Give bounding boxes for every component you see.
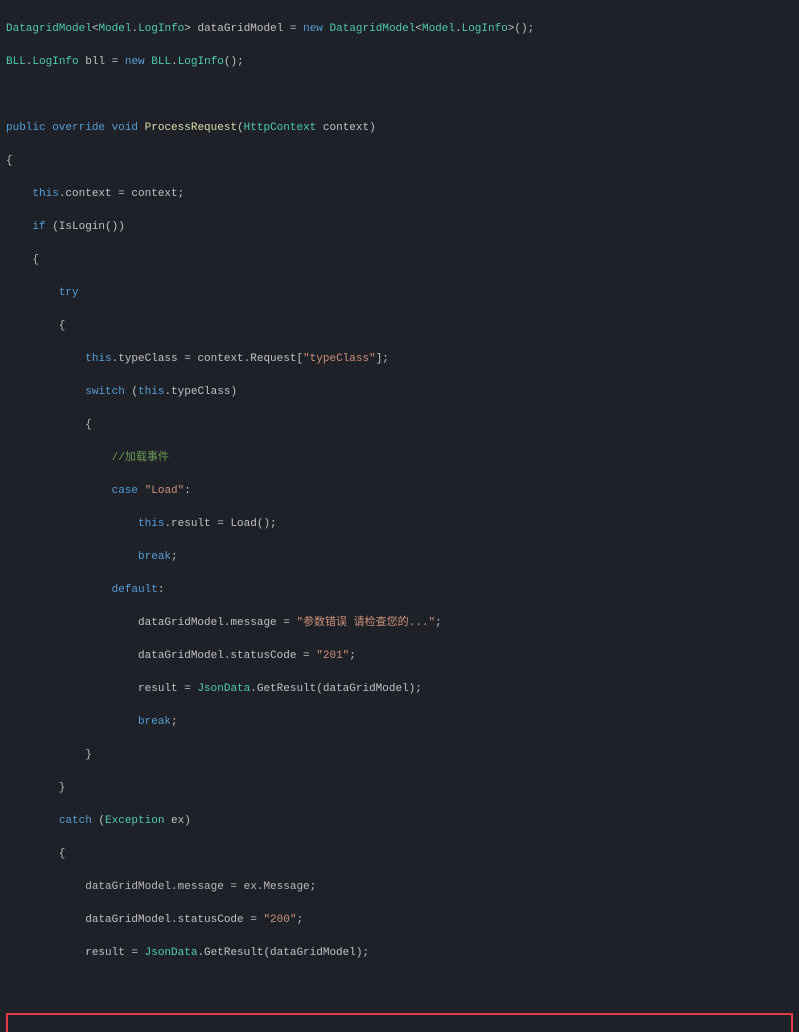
code-line: if (IsLogin()): [6, 219, 793, 236]
highlighted-region: //将异常信息写入数据库 Log4Net.LogNetHelper.AddLog…: [6, 1013, 793, 1032]
code-line: }: [6, 780, 793, 797]
code-line: public override void ProcessRequest(Http…: [6, 120, 793, 137]
code-line: default:: [6, 582, 793, 599]
code-line: dataGridModel.message = "参数错误 请检查您的...";: [6, 615, 793, 632]
code-line: this.typeClass = context.Request["typeCl…: [6, 351, 793, 368]
code-line: break;: [6, 549, 793, 566]
code-line: [6, 87, 793, 104]
code-line: try: [6, 285, 793, 302]
code-line: BLL.LogInfo bll = new BLL.LogInfo();: [6, 54, 793, 71]
code-line: {: [6, 153, 793, 170]
code-line: case "Load":: [6, 483, 793, 500]
code-line: }: [6, 747, 793, 764]
code-editor[interactable]: DatagridModel<Model.LogInfo> dataGridMod…: [6, 4, 793, 1032]
code-line: [6, 978, 793, 995]
code-line: dataGridModel.message = ex.Message;: [6, 879, 793, 896]
code-line: dataGridModel.statusCode = "200";: [6, 912, 793, 929]
code-line: catch (Exception ex): [6, 813, 793, 830]
code-line: this.context = context;: [6, 186, 793, 203]
code-line: switch (this.typeClass): [6, 384, 793, 401]
code-line: //加载事件: [6, 450, 793, 467]
code-line: {: [6, 417, 793, 434]
code-line: DatagridModel<Model.LogInfo> dataGridMod…: [6, 21, 793, 38]
code-line: {: [6, 846, 793, 863]
code-line: {: [6, 318, 793, 335]
code-line: result = JsonData.GetResult(dataGridMode…: [6, 945, 793, 962]
code-line: break;: [6, 714, 793, 731]
code-line: this.result = Load();: [6, 516, 793, 533]
code-line: dataGridModel.statusCode = "201";: [6, 648, 793, 665]
code-line: result = JsonData.GetResult(dataGridMode…: [6, 681, 793, 698]
code-line: {: [6, 252, 793, 269]
